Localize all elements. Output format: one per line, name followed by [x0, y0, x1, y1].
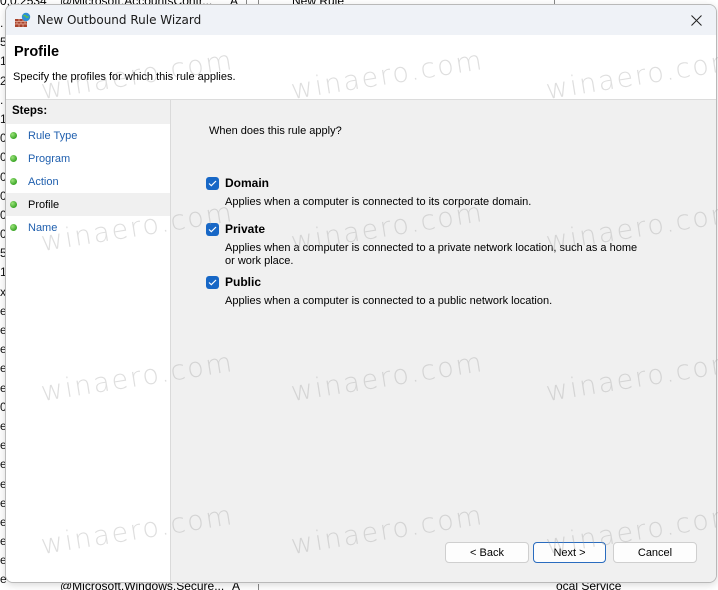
step-label: Rule Type: [28, 129, 78, 142]
domain-description: Applies when a computer is connected to …: [225, 196, 532, 208]
step-label: Profile: [28, 198, 60, 211]
steps-header: Steps:: [6, 100, 170, 124]
public-checkbox[interactable]: [206, 276, 219, 289]
firewall-icon: [14, 12, 32, 28]
cancel-button[interactable]: Cancel: [613, 542, 697, 563]
step-label: Program: [28, 152, 71, 165]
domain-checkbox[interactable]: [206, 177, 219, 190]
public-description: Applies when a computer is connected to …: [225, 295, 553, 307]
page-title: Profile: [14, 44, 60, 60]
step-program[interactable]: Program: [6, 147, 170, 170]
step-name[interactable]: Name: [6, 216, 170, 239]
title-bar[interactable]: New Outbound Rule Wizard: [6, 5, 716, 35]
step-profile: Profile: [6, 193, 170, 216]
window-title: New Outbound Rule Wizard: [37, 13, 202, 27]
close-button[interactable]: [676, 5, 716, 35]
private-description: Applies when a computer is connected to …: [225, 242, 638, 267]
step-rule-type[interactable]: Rule Type: [6, 124, 170, 147]
step-status-icon: [10, 201, 17, 208]
checkmark-icon: [208, 279, 217, 286]
checkmark-icon: [208, 226, 217, 233]
steps-panel: Steps: Rule Type Program Action Profile …: [6, 100, 171, 582]
domain-label[interactable]: Domain: [225, 176, 269, 190]
step-status-icon: [10, 155, 17, 162]
step-label: Action: [28, 175, 59, 188]
step-status-icon: [10, 178, 17, 185]
close-icon: [690, 14, 702, 26]
private-label[interactable]: Private: [225, 222, 265, 236]
question-text: When does this rule apply?: [209, 125, 342, 137]
public-label[interactable]: Public: [225, 275, 261, 289]
step-status-icon: [10, 224, 17, 231]
content-panel: When does this rule apply? Domain Applie…: [174, 100, 716, 582]
step-label: Name: [28, 221, 58, 234]
private-checkbox[interactable]: [206, 223, 219, 236]
step-action[interactable]: Action: [6, 170, 170, 193]
step-status-icon: [10, 132, 17, 139]
background-divider: [258, 584, 259, 590]
wizard-header: Profile Specify the profiles for which t…: [6, 35, 716, 100]
back-button[interactable]: < Back: [445, 542, 529, 563]
next-button[interactable]: Next >: [533, 542, 606, 563]
checkmark-icon: [208, 180, 217, 187]
background-bottom-row: @Microsoft.Windows.Secure... A ocal Serv…: [0, 579, 718, 590]
wizard-dialog: New Outbound Rule Wizard Profile Specify…: [5, 4, 717, 583]
page-subtitle: Specify the profiles for which this rule…: [13, 71, 236, 83]
